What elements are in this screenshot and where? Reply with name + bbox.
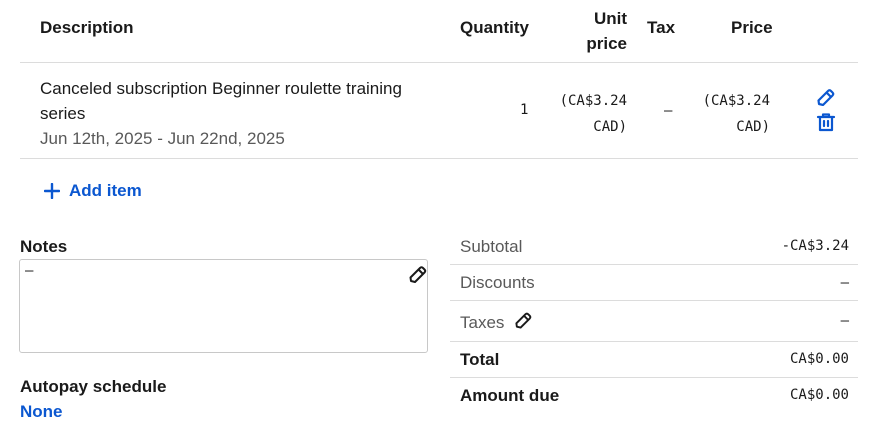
summary-divider [450, 300, 858, 301]
discounts-label: Discounts [460, 273, 535, 292]
notes-label: Notes [20, 237, 68, 256]
header-divider [20, 62, 858, 63]
amount-due-label: Amount due [460, 386, 560, 405]
column-header-unit-price-line1: Unit [593, 9, 627, 28]
line-item-unit-price: (CA$3.24 CAD) [540, 88, 627, 140]
amount-due-value: CA$0.00 [789, 387, 849, 403]
summary-divider [450, 264, 858, 265]
column-header-quantity: Quantity [460, 18, 529, 37]
line-item-price-line2: CAD) [736, 119, 770, 135]
pencil-icon[interactable] [408, 265, 428, 288]
pencil-icon[interactable] [514, 311, 533, 334]
autopay-schedule-label: Autopay schedule [20, 377, 167, 396]
trash-icon[interactable] [816, 112, 836, 137]
column-header-tax: Tax [647, 18, 676, 37]
discounts-value: – [840, 275, 849, 291]
column-header-price: Price [731, 18, 773, 37]
summary-divider [450, 341, 858, 342]
add-item-button[interactable]: Add item [43, 181, 142, 201]
summary-divider [450, 377, 858, 378]
notes-field[interactable]: – [19, 259, 428, 353]
notes-value: – [25, 263, 34, 279]
line-item-quantity: 1 [520, 102, 529, 118]
column-header-description: Description [40, 18, 134, 37]
taxes-value: – [840, 313, 849, 329]
line-item-description-line1: Canceled subscription Beginner roulette … [40, 79, 402, 98]
row-divider [20, 158, 858, 159]
line-item-unit-price-line1: (CA$3.24 [559, 93, 627, 109]
line-item-period: Jun 12th, 2025 - Jun 22nd, 2025 [40, 129, 285, 148]
line-item-tax: – [664, 103, 673, 119]
line-item-price-line1: (CA$3.24 [702, 93, 770, 109]
pencil-icon[interactable] [816, 88, 836, 111]
total-value: CA$0.00 [789, 351, 849, 367]
column-header-unit-price: Unit price [575, 6, 627, 56]
add-item-label: Add item [69, 181, 142, 200]
total-label: Total [460, 350, 500, 369]
line-item-description: Canceled subscription Beginner roulette … [40, 76, 402, 151]
column-header-unit-price-line2: price [586, 34, 627, 53]
taxes-row-label: Taxes [460, 311, 533, 334]
line-item-price: (CA$3.24 CAD) [680, 88, 770, 140]
taxes-label: Taxes [460, 312, 505, 332]
line-item-description-line2: series [40, 104, 86, 123]
autopay-schedule-link[interactable]: None [20, 402, 63, 422]
line-item-unit-price-line2: CAD) [593, 119, 627, 135]
subtotal-label: Subtotal [460, 237, 523, 256]
plus-icon [43, 182, 61, 200]
subtotal-value: -CA$3.24 [781, 238, 849, 254]
